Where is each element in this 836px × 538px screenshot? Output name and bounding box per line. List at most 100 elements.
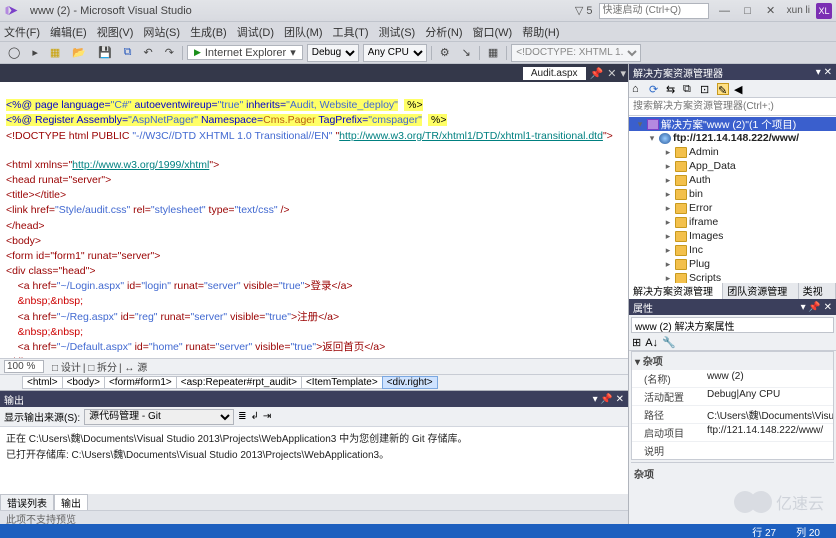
menu-window[interactable]: 窗口(W)	[473, 24, 513, 40]
new-item-icon[interactable]: ▦	[46, 45, 64, 60]
tree-folder[interactable]: ▸Inc	[629, 243, 836, 257]
output-source-select[interactable]: 源代码管理 - Git	[84, 409, 234, 425]
save-icon[interactable]: 💾	[94, 45, 116, 60]
output-tab-output[interactable]: 输出	[54, 494, 88, 511]
props-category[interactable]: ▾ 杂项	[632, 352, 833, 369]
close-button[interactable]: ✕	[761, 4, 781, 17]
bc-form[interactable]: <form#form1>	[104, 376, 177, 389]
se-sync-icon[interactable]: ⇆	[666, 83, 678, 95]
nav-back-icon[interactable]: ◯	[4, 45, 24, 60]
status-col: 列 20	[796, 524, 820, 538]
solution-tree[interactable]: ▾解决方案"www (2)"(1 个项目) ▾ftp://121.14.148.…	[629, 116, 836, 283]
tree-folder[interactable]: ▸Admin	[629, 145, 836, 159]
user-avatar[interactable]: XL	[816, 3, 832, 19]
se-properties-icon[interactable]: ✎	[717, 83, 729, 95]
props-az-icon[interactable]: A↓	[645, 337, 658, 349]
bc-repeater[interactable]: <asp:Repeater#rpt_audit>	[176, 376, 302, 389]
menu-team[interactable]: 团队(M)	[284, 24, 323, 40]
notification-icon[interactable]: ▽ 5	[575, 4, 593, 17]
process-icon[interactable]: ⚙	[436, 45, 454, 60]
props-object-select[interactable]: www (2) 解决方案属性	[631, 317, 834, 333]
window-title: www (2) - Microsoft Visual Studio	[30, 5, 192, 17]
se-tab-solution[interactable]: 解决方案资源管理器	[629, 283, 723, 299]
platform-select[interactable]: Any CPU	[363, 44, 427, 62]
output-pin-icon[interactable]: 📌	[600, 394, 612, 405]
menu-analyze[interactable]: 分析(N)	[425, 24, 462, 40]
browse-icon[interactable]: ▦	[484, 45, 502, 60]
zoom-level[interactable]: 100 %	[4, 360, 44, 373]
tree-folder[interactable]: ▸bin	[629, 187, 836, 201]
bc-divright[interactable]: <div.right>	[382, 376, 438, 389]
output-tab-errors[interactable]: 错误列表	[0, 494, 54, 511]
solution-search-input[interactable]	[629, 98, 836, 115]
props-row[interactable]: (名称)www (2)	[632, 369, 833, 387]
tree-site[interactable]: ▾ftp://121.14.148.222/www/	[629, 131, 836, 145]
nav-fwd-icon[interactable]: ▸	[28, 45, 42, 60]
tree-folder[interactable]: ▸Scripts	[629, 271, 836, 283]
step-icon[interactable]: ↘	[458, 45, 475, 60]
user-name[interactable]: xun li	[787, 5, 810, 16]
tree-folder[interactable]: ▸App_Data	[629, 159, 836, 173]
menu-file[interactable]: 文件(F)	[4, 24, 40, 40]
tree-root[interactable]: ▾解决方案"www (2)"(1 个项目)	[629, 117, 836, 131]
menu-view[interactable]: 视图(V)	[97, 24, 134, 40]
menu-tools[interactable]: 工具(T)	[333, 24, 369, 40]
menubar: 文件(F) 编辑(E) 视图(V) 网站(S) 生成(B) 调试(D) 团队(M…	[0, 22, 836, 42]
doc-tab-audit[interactable]: Audit.aspx	[523, 67, 586, 80]
output-wrap-icon[interactable]: ↲	[251, 411, 259, 422]
tree-folder[interactable]: ▸Error	[629, 201, 836, 215]
menu-debug[interactable]: 调试(D)	[237, 24, 274, 40]
se-collapse-icon[interactable]: ⊡	[700, 83, 712, 95]
props-grid: ▾ 杂项 (名称)www (2)活动配置Debug|Any CPU路径C:\Us…	[631, 351, 834, 460]
tabs-dropdown-icon[interactable]: ▾	[620, 67, 626, 80]
props-row[interactable]: 路径C:\Users\魏\Documents\Visua	[632, 405, 833, 423]
code-editor[interactable]: <%@ page language="C#" autoeventwireup="…	[0, 82, 628, 358]
props-cat-icon[interactable]: ⊞	[632, 336, 641, 349]
config-select[interactable]: Debug	[307, 44, 359, 62]
props-dropdown-icon[interactable]: ▾	[801, 302, 806, 313]
tree-folder[interactable]: ▸Plug	[629, 257, 836, 271]
menu-build[interactable]: 生成(B)	[190, 24, 227, 40]
se-prev-icon[interactable]: ◀	[734, 83, 746, 95]
se-refresh-icon[interactable]: ⟳	[649, 83, 661, 95]
output-close-icon[interactable]: ✕	[616, 394, 624, 405]
output-body[interactable]: 正在 C:\Users\魏\Documents\Visual Studio 20…	[0, 427, 628, 494]
maximize-button[interactable]: □	[738, 5, 758, 17]
minimize-button[interactable]: —	[715, 5, 735, 17]
props-pin-icon[interactable]: 📌	[808, 302, 820, 313]
run-button[interactable]: ▶Internet Explorer ▾	[187, 45, 303, 60]
props-row[interactable]: 启动项目ftp://121.14.148.222/www/	[632, 423, 833, 441]
se-home-icon[interactable]: ⌂	[632, 83, 644, 95]
menu-help[interactable]: 帮助(H)	[522, 24, 559, 40]
output-goto-icon[interactable]: ⇥	[263, 411, 271, 422]
save-all-icon[interactable]: ⧉	[120, 45, 136, 60]
tab-close-icon[interactable]: ✕	[607, 67, 616, 80]
open-icon[interactable]: 📂	[68, 45, 90, 60]
props-wrench-icon[interactable]: 🔧	[662, 336, 676, 349]
se-tab-classview[interactable]: 类视图	[799, 283, 836, 299]
menu-edit[interactable]: 编辑(E)	[50, 24, 87, 40]
tree-folder[interactable]: ▸Auth	[629, 173, 836, 187]
redo-icon[interactable]: ↷	[161, 45, 178, 60]
bc-itemtpl[interactable]: <ItemTemplate>	[301, 376, 383, 389]
bc-body[interactable]: <body>	[62, 376, 105, 389]
undo-icon[interactable]: ↶	[140, 45, 157, 60]
se-dropdown-icon[interactable]: ▾	[816, 67, 821, 78]
props-row[interactable]: 说明	[632, 441, 833, 459]
menu-website[interactable]: 网站(S)	[143, 24, 180, 40]
tree-folder[interactable]: ▸Images	[629, 229, 836, 243]
status-line: 行 27	[752, 524, 776, 538]
menu-test[interactable]: 测试(S)	[379, 24, 416, 40]
output-clear-icon[interactable]: ≣	[238, 411, 246, 422]
se-tab-team[interactable]: 团队资源管理器	[723, 283, 798, 299]
tree-folder[interactable]: ▸iframe	[629, 215, 836, 229]
tab-pin-icon[interactable]: 📌	[590, 67, 604, 80]
props-row[interactable]: 活动配置Debug|Any CPU	[632, 387, 833, 405]
doctype-select[interactable]: <!DOCTYPE: XHTML 1...>	[511, 44, 641, 62]
se-showfiles-icon[interactable]: ⧉	[683, 83, 695, 95]
quick-launch-input[interactable]	[599, 3, 709, 19]
output-dropdown-icon[interactable]: ▾	[593, 394, 598, 405]
bc-html[interactable]: <html>	[22, 376, 63, 389]
props-close-icon[interactable]: ✕	[824, 302, 832, 313]
se-close-icon[interactable]: ✕	[824, 67, 832, 78]
